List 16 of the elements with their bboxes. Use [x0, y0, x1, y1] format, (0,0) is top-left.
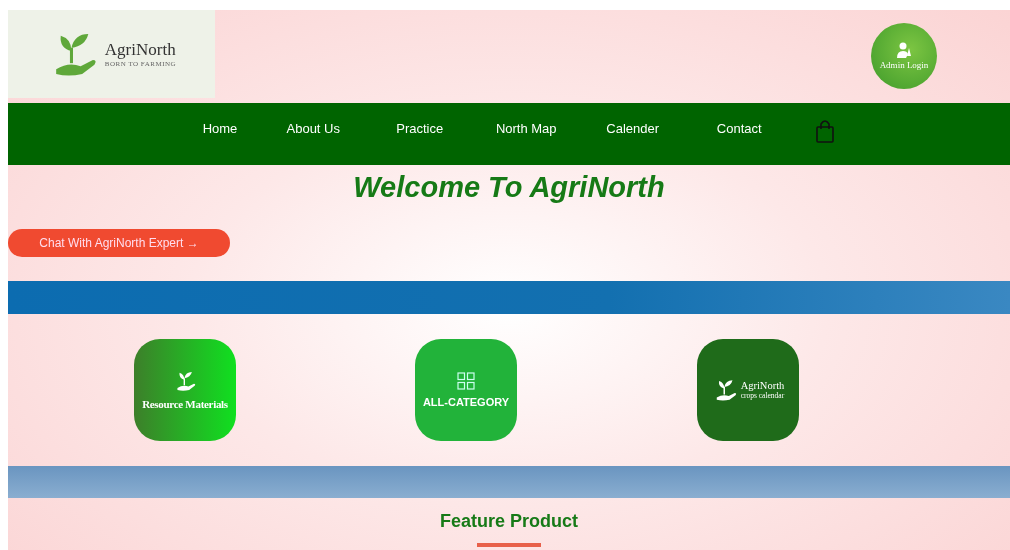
shopping-bag-icon[interactable]: [814, 119, 835, 143]
nav-link[interactable]: North Map: [473, 120, 580, 136]
logo-title: AgriNorth: [104, 40, 176, 60]
heading-underline: [477, 543, 541, 547]
resource-tile[interactable]: Resource Materials: [134, 339, 236, 441]
grid-icon: [457, 372, 475, 390]
admin-login-label: Admin Login: [879, 60, 929, 70]
nav-link[interactable]: Practice: [366, 120, 473, 136]
nav-link[interactable]: Home: [180, 120, 260, 136]
welcome-heading: Welcome To AgriNorth: [352, 171, 666, 204]
section-heading: Feature Product: [440, 511, 578, 532]
user-icon: [897, 42, 911, 58]
nav-link[interactable]: Calender: [579, 120, 686, 136]
tile-title: AgriNorth: [740, 380, 785, 391]
nav-link[interactable]: Contact: [686, 120, 793, 136]
nav-link[interactable]: About Us: [260, 120, 367, 136]
